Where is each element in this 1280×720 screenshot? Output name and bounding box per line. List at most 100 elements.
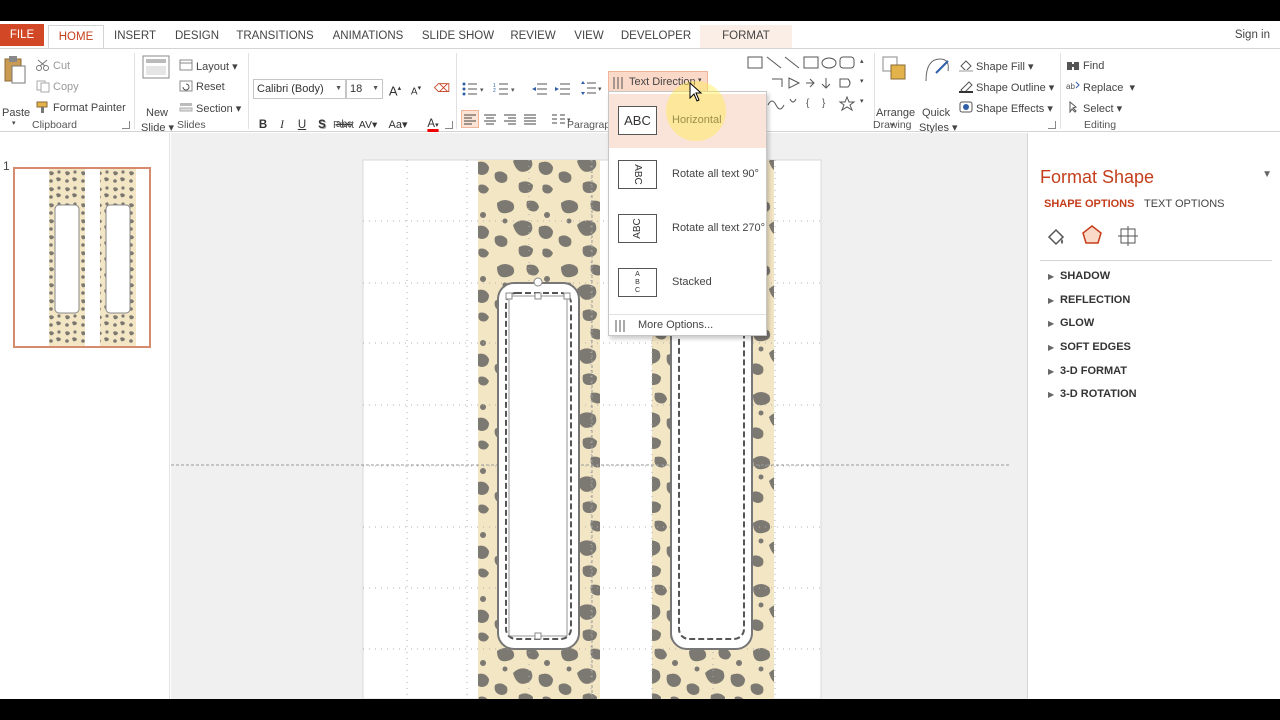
justify-icon[interactable] [522, 111, 538, 130]
font-group-label: Font [333, 119, 355, 131]
arrange-button[interactable]: Arrange [876, 107, 915, 119]
underline-button[interactable]: U [293, 116, 311, 134]
chevron-right-icon: ▶ [1048, 367, 1055, 376]
chevron-right-icon: ▶ [1048, 272, 1055, 281]
tab-developer[interactable]: DEVELOPER [618, 25, 694, 49]
font-name-field[interactable]: Calibri (Body) ▼ [253, 79, 346, 99]
decrease-indent-icon[interactable] [532, 82, 548, 99]
sign-in-link[interactable]: Sign in [1235, 29, 1270, 41]
italic-button[interactable]: I [273, 116, 291, 134]
shape-effects-button[interactable]: Shape Effects ▾ [976, 102, 1053, 115]
clipboard-group-label: Clipboard [32, 119, 77, 131]
slide-number: 1 [3, 159, 10, 173]
font-size-field[interactable]: 18 ▼ [346, 79, 383, 99]
tab-file[interactable]: FILE [0, 24, 44, 46]
replace-button[interactable]: Replace ▾ [1083, 81, 1135, 94]
menu-item-rotate-90[interactable]: ABC Rotate all text 90° [609, 148, 766, 202]
align-right-icon[interactable] [502, 111, 518, 130]
select-label: Select [1083, 103, 1114, 115]
tab-view[interactable]: VIEW [570, 25, 608, 49]
svg-text:{: { [806, 98, 810, 109]
section-button[interactable]: Section ▾ [196, 102, 241, 115]
quick-styles-button[interactable]: Quick [922, 107, 950, 119]
grow-font-label: A [388, 83, 398, 99]
effects-icon[interactable] [1081, 224, 1103, 249]
menu-item-more-options[interactable]: More Options... [609, 314, 766, 336]
pane-options-icon[interactable]: ▼ [1262, 169, 1272, 180]
format-painter-icon [36, 101, 50, 117]
clear-formatting-icon[interactable]: ⌫ [433, 80, 451, 98]
grow-font-button[interactable]: A▴ [386, 80, 404, 98]
tab-insert[interactable]: INSERT [110, 25, 160, 49]
shape-options-tab[interactable]: SHAPE OPTIONS [1044, 198, 1134, 210]
new-slide-button[interactable]: New [146, 107, 168, 119]
format-painter-button[interactable]: Format Painter [53, 102, 126, 114]
tab-review[interactable]: REVIEW [506, 25, 560, 49]
numbering-icon[interactable]: 1 2 ▾ [493, 82, 517, 99]
text-shadow-button[interactable]: S [313, 116, 331, 134]
chevron-right-icon: ▶ [1048, 390, 1055, 399]
text-options-tab[interactable]: TEXT OPTIONS [1144, 198, 1224, 210]
character-spacing-label: AV [358, 119, 372, 131]
svg-text:▾: ▾ [480, 87, 484, 94]
section-label: SOFT EDGES [1060, 341, 1131, 353]
cut-button[interactable]: Cut [53, 60, 70, 72]
slide-editing-area [171, 133, 1027, 699]
replace-icon: ab [1066, 80, 1080, 95]
section-label: SHADOW [1060, 270, 1111, 282]
tab-design[interactable]: DESIGN [170, 25, 224, 49]
size-properties-icon[interactable] [1117, 225, 1139, 250]
select-icon [1066, 100, 1080, 116]
font-color-button[interactable]: A▾ [422, 115, 444, 133]
format-pane-title: Format Shape [1040, 167, 1155, 187]
increase-indent-icon[interactable] [555, 82, 571, 99]
layout-button[interactable]: Layout ▾ [196, 60, 238, 73]
character-spacing-button[interactable]: AV▾ [356, 116, 380, 134]
icon-text: ABC [632, 164, 643, 185]
group-divider [1060, 53, 1061, 129]
find-button[interactable]: Find [1083, 60, 1104, 72]
align-center-icon[interactable] [482, 111, 498, 130]
change-case-button[interactable]: Aa▾ [384, 116, 412, 134]
tab-home[interactable]: HOME [48, 25, 104, 49]
bold-button[interactable]: B [254, 116, 272, 134]
shrink-font-button[interactable]: A▾ [407, 80, 425, 98]
paste-button[interactable]: Paste [2, 107, 30, 119]
group-divider [248, 53, 249, 129]
paste-dropdown-icon[interactable]: ▾ [12, 119, 16, 127]
gallery-scroll-up-icon[interactable]: ▴ [860, 57, 864, 65]
menu-item-label: Rotate all text 270° [672, 222, 766, 234]
shape-fill-button[interactable]: Shape Fill ▾ [976, 60, 1034, 73]
clipboard-launcher-icon[interactable] [122, 121, 130, 129]
tab-slide-show[interactable]: SLIDE SHOW [420, 25, 496, 49]
copy-button[interactable]: Copy [53, 81, 79, 93]
gallery-more-icon[interactable]: ▾ [860, 97, 864, 105]
tab-format[interactable]: FORMAT [700, 25, 792, 49]
tab-animations[interactable]: ANIMATIONS [326, 25, 410, 49]
menu-item-stacked[interactable]: ABC Stacked [609, 256, 766, 310]
bullets-icon[interactable]: ▾ [462, 82, 486, 99]
slides-group-label: Slides [177, 119, 206, 131]
quick-styles-icon [922, 55, 952, 88]
reset-button[interactable]: Reset [196, 81, 225, 93]
align-left-icon[interactable] [461, 110, 479, 128]
gallery-scroll-down-icon[interactable]: ▾ [860, 77, 864, 85]
chevron-right-icon: ▶ [1048, 343, 1055, 352]
tab-transitions[interactable]: TRANSITIONS [234, 25, 316, 49]
drawing-launcher-icon[interactable] [1048, 121, 1056, 129]
slide-thumbnail[interactable] [13, 167, 151, 348]
cut-icon [36, 59, 50, 74]
find-icon [1066, 59, 1080, 74]
line-spacing-icon[interactable]: ▾ [580, 80, 604, 99]
section-icon [179, 101, 193, 116]
svg-text:▾: ▾ [598, 86, 602, 93]
shape-outline-icon [959, 80, 975, 96]
ribbon-tab-bar: FILE HOME INSERT DESIGN TRANSITIONS ANIM… [0, 21, 1280, 49]
shape-outline-button[interactable]: Shape Outline ▾ [976, 81, 1054, 94]
stacked-text-icon: ABC [618, 268, 657, 297]
fill-line-icon[interactable] [1045, 225, 1067, 250]
font-launcher-icon[interactable] [445, 121, 453, 129]
paste-icon [3, 55, 27, 85]
select-button[interactable]: Select ▾ [1083, 102, 1122, 115]
menu-item-rotate-270[interactable]: ABC Rotate all text 270° [609, 202, 766, 256]
